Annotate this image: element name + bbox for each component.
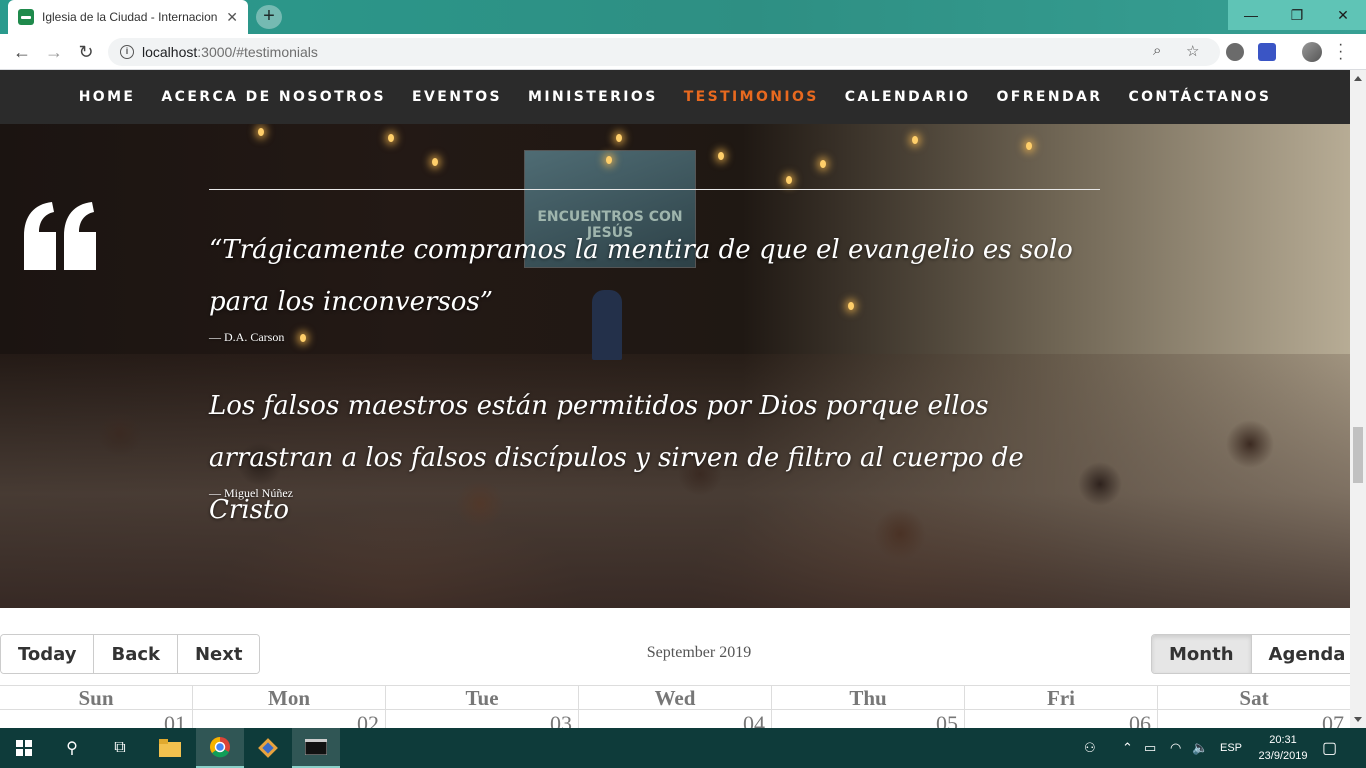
nav-item-testimonials[interactable]: TESTIMONIOS — [684, 89, 819, 105]
windows-taskbar: ⚲ ⧉ ⚇ ⌃ ▭ ◠ 🔈 ESP 20:31 23/9/2019 ▢ — [0, 728, 1366, 768]
day-cell[interactable]: 07 — [1157, 710, 1350, 729]
scrollbar-thumb[interactable] — [1353, 427, 1363, 483]
light-bulb — [300, 334, 306, 342]
maximize-button[interactable]: ❐ — [1274, 0, 1320, 30]
url-host: localhost — [142, 44, 198, 60]
site-favicon-icon — [18, 9, 34, 25]
minimize-button[interactable]: — — [1228, 0, 1274, 30]
browser-toolbar: ← → ↻ i localhost:3000/#testimonials ⌕ ☆… — [0, 34, 1366, 70]
tab-title: Iglesia de la Ciudad - Internacional — [42, 10, 218, 24]
nav-item-give[interactable]: OFRENDAR — [996, 89, 1102, 105]
light-bulb — [820, 160, 826, 168]
site-info-icon[interactable]: i — [120, 45, 134, 59]
weekday-sun: Sun — [78, 686, 114, 710]
url-path: :3000/#testimonials — [197, 44, 318, 60]
volume-icon[interactable]: 🔈 — [1192, 728, 1208, 768]
wifi-icon[interactable]: ◠ — [1170, 728, 1181, 768]
divider-line — [209, 189, 1100, 190]
zoom-icon[interactable]: ⌕ — [1153, 42, 1161, 59]
extension-icon-2[interactable] — [1258, 43, 1276, 61]
profile-avatar[interactable] — [1302, 42, 1322, 62]
light-bulb — [718, 152, 724, 160]
browser-tab[interactable]: Iglesia de la Ciudad - Internacional ✕ — [8, 0, 248, 34]
windows-start-icon[interactable] — [0, 728, 48, 768]
weekday-mon: Mon — [192, 686, 385, 710]
testimonial-quote: Los falsos maestros están permitidos por… — [209, 391, 1024, 525]
day-cell[interactable]: 04 — [578, 710, 771, 729]
nav-item-contact[interactable]: CONTÁCTANOS — [1128, 89, 1271, 105]
nav-item-ministries[interactable]: MINISTERIOS — [528, 89, 658, 105]
input-language[interactable]: ESP — [1220, 728, 1242, 768]
today-button[interactable]: Today — [1, 635, 95, 673]
tray-chevron-icon[interactable]: ⌃ — [1122, 728, 1133, 768]
search-icon[interactable]: ⚲ — [48, 728, 96, 768]
weekday-header: Sun Mon Tue Wed Thu Fri Sat — [0, 686, 1350, 710]
chrome-icon[interactable] — [196, 728, 244, 768]
light-bulb — [432, 158, 438, 166]
reload-icon[interactable]: ↻ — [74, 40, 98, 64]
light-bulb — [786, 176, 792, 184]
tab-close-icon[interactable]: ✕ — [226, 9, 238, 26]
browser-title-bar: Iglesia de la Ciudad - Internacional ✕ +… — [0, 0, 1366, 34]
bookmark-star-icon[interactable]: ☆ — [1186, 42, 1199, 60]
extension-icon[interactable] — [1226, 43, 1244, 61]
nav-item-calendar[interactable]: CALENDARIO — [845, 89, 971, 105]
file-explorer-icon[interactable] — [146, 728, 194, 768]
day-cell[interactable]: 06 — [964, 710, 1157, 729]
day-cell[interactable]: 03 — [385, 710, 578, 729]
weekday-tue: Tue — [385, 686, 578, 710]
close-window-button[interactable]: ✕ — [1320, 0, 1366, 30]
testimonial-author: — Miguel Núñez — [209, 486, 293, 500]
new-tab-button[interactable]: + — [256, 5, 282, 29]
site-navigation: HOME ACERCA DE NOSOTROS EVENTOS MINISTER… — [0, 70, 1350, 124]
day-cell[interactable]: 02 — [192, 710, 385, 729]
weekday-sat: Sat — [1157, 686, 1350, 710]
task-view-icon[interactable]: ⧉ — [96, 728, 144, 768]
battery-icon[interactable]: ▭ — [1144, 728, 1156, 768]
light-bulb — [912, 136, 918, 144]
calendar-week-row: 01 02 03 04 05 06 07 — [0, 710, 1350, 729]
address-bar[interactable]: i localhost:3000/#testimonials ⌕ ☆ — [108, 38, 1220, 66]
testimonials-section: ENCUENTROS CON JESÚS “Trágicamente compr… — [0, 124, 1350, 608]
weekday-wed: Wed — [578, 686, 771, 710]
agenda-view-button[interactable]: Agenda — [1251, 635, 1363, 673]
calendar-nav-buttons: Today Back Next — [0, 634, 261, 674]
clock-date: 23/9/2019 — [1258, 750, 1308, 762]
testimonial-quote: “Trágicamente compramos la mentira de qu… — [209, 235, 1073, 317]
terminal-icon[interactable] — [292, 728, 340, 768]
system-clock[interactable]: 20:31 23/9/2019 — [1252, 732, 1314, 764]
calendar-month-grid: Sun Mon Tue Wed Thu Fri Sat 01 02 03 04 … — [0, 685, 1350, 729]
testimonial-author: — D.A. Carson — [209, 330, 285, 344]
calendar-view-buttons: Month Agenda — [1151, 634, 1364, 674]
day-cell[interactable]: 05 — [771, 710, 964, 729]
git-app-icon[interactable] — [244, 728, 292, 768]
nav-item-home[interactable]: HOME — [79, 89, 136, 105]
next-button[interactable]: Next — [177, 635, 260, 673]
light-bulb — [258, 128, 264, 136]
forward-arrow-icon[interactable]: → — [42, 40, 66, 64]
page-scrollbar[interactable] — [1350, 70, 1366, 728]
light-bulb — [388, 134, 394, 142]
light-bulb — [1026, 142, 1032, 150]
people-icon[interactable]: ⚇ — [1084, 728, 1096, 768]
back-button[interactable]: Back — [94, 635, 178, 673]
day-cell[interactable]: 01 — [0, 710, 192, 729]
back-arrow-icon[interactable]: ← — [10, 40, 34, 64]
scroll-down-arrow-icon[interactable] — [1354, 717, 1362, 722]
browser-menu-icon[interactable]: · · · — [1338, 37, 1343, 67]
scroll-up-arrow-icon[interactable] — [1354, 76, 1362, 81]
clock-time: 20:31 — [1269, 734, 1297, 746]
notifications-icon[interactable]: ▢ — [1322, 728, 1337, 768]
quote-mark-icon — [24, 202, 96, 270]
calendar-toolbar: September 2019 Today Back Next Month Age… — [0, 634, 1364, 674]
month-view-button[interactable]: Month — [1152, 635, 1252, 673]
weekday-fri: Fri — [964, 686, 1157, 710]
weekday-thu: Thu — [771, 686, 964, 710]
nav-item-about[interactable]: ACERCA DE NOSOTROS — [161, 89, 386, 105]
light-bulb — [616, 134, 622, 142]
nav-item-events[interactable]: EVENTOS — [412, 89, 502, 105]
light-bulb — [606, 156, 612, 164]
